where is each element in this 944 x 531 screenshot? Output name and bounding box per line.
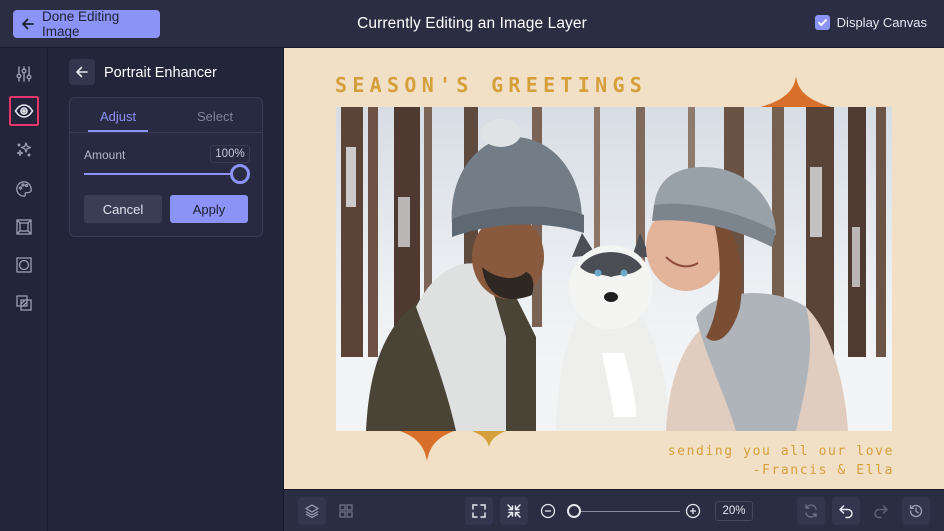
tab-adjust[interactable]: Adjust: [100, 109, 136, 124]
bottom-toolbar: 20%: [284, 489, 944, 531]
checkmark-icon: [817, 19, 827, 26]
ornament-top-right: [757, 76, 835, 108]
panel-tabs: Adjust Select: [70, 98, 262, 133]
sparkle-icon: [16, 142, 32, 157]
page-title: Currently Editing an Image Layer: [357, 15, 587, 32]
rail-item-crop-shape[interactable]: [9, 250, 39, 280]
layers-icon: [305, 504, 319, 519]
message-line-1: sending you all our love: [667, 444, 894, 459]
refresh-icon: [805, 504, 817, 518]
message-line-2: -Francis & Ella: [752, 463, 894, 478]
zoom-in-button[interactable]: [679, 497, 707, 525]
frame-icon: [16, 219, 32, 235]
history-button[interactable]: [902, 497, 930, 525]
tab-active-indicator: [88, 130, 148, 132]
design-canvas[interactable]: SEASON'S GREETINGS sending you all our l…: [284, 48, 944, 489]
rail-item-portrait-enhancer[interactable]: [9, 96, 39, 126]
panel-back-button[interactable]: [69, 59, 95, 85]
rail-item-color[interactable]: [9, 174, 39, 204]
rail-item-frames[interactable]: [9, 212, 39, 242]
redo-button[interactable]: [867, 497, 895, 525]
zoom-out-button[interactable]: [534, 497, 562, 525]
grid-button[interactable]: [332, 497, 360, 525]
overlay-icon: [16, 295, 32, 311]
winter-portrait-image: [336, 107, 892, 431]
undo-button[interactable]: [832, 497, 860, 525]
tab-select[interactable]: Select: [197, 109, 233, 124]
collapse-view-button[interactable]: [500, 497, 528, 525]
sliders-icon: [16, 66, 32, 82]
history-icon: [909, 504, 923, 518]
arrow-left-icon: [76, 66, 88, 78]
display-canvas-toggle[interactable]: Display Canvas: [814, 15, 927, 30]
display-canvas-label: Display Canvas: [836, 15, 927, 30]
reset-button[interactable]: [797, 497, 825, 525]
amount-value[interactable]: 100%: [210, 145, 250, 163]
panel-title: Portrait Enhancer: [104, 65, 217, 81]
adjust-card: Adjust Select Amount 100% Cancel Apply: [69, 97, 263, 237]
fit-to-screen-button[interactable]: [465, 497, 493, 525]
tool-rail: [0, 48, 48, 531]
amount-slider-fill: [84, 173, 240, 175]
canvas-message: sending you all our love -Francis & Ella: [668, 442, 894, 480]
photo-layer[interactable]: [336, 107, 892, 431]
shape-crop-icon: [16, 257, 32, 273]
top-bar: Done Editing Image Currently Editing an …: [0, 0, 944, 48]
rail-item-overlay[interactable]: [9, 288, 39, 318]
apply-button[interactable]: Apply: [170, 195, 248, 223]
zoom-slider-thumb[interactable]: [567, 504, 581, 518]
expand-corners-icon: [472, 504, 486, 518]
amount-label: Amount: [84, 148, 126, 162]
portrait-enhancer-panel: Portrait Enhancer Adjust Select Amount 1…: [48, 48, 284, 531]
cancel-button[interactable]: Cancel: [84, 195, 162, 223]
rail-item-adjustments[interactable]: [9, 59, 39, 89]
layers-button[interactable]: [298, 497, 326, 525]
display-canvas-checkbox[interactable]: [814, 15, 830, 30]
eye-icon: [14, 104, 34, 118]
amount-slider-track[interactable]: [84, 173, 240, 175]
grid-icon: [339, 504, 353, 518]
rail-item-effects[interactable]: [9, 135, 39, 165]
zoom-out-icon: [540, 503, 556, 519]
collapse-arrows-icon: [507, 504, 521, 518]
amount-slider-thumb[interactable]: [230, 164, 250, 184]
zoom-value[interactable]: 20%: [715, 501, 753, 521]
zoom-in-icon: [685, 503, 701, 519]
redo-icon: [874, 505, 888, 519]
zoom-slider-track[interactable]: [574, 511, 680, 512]
ornament-bottom-left: [400, 431, 506, 461]
undo-icon: [839, 505, 853, 519]
palette-icon: [16, 181, 32, 197]
greeting-headline: SEASON'S GREETINGS: [335, 73, 648, 97]
